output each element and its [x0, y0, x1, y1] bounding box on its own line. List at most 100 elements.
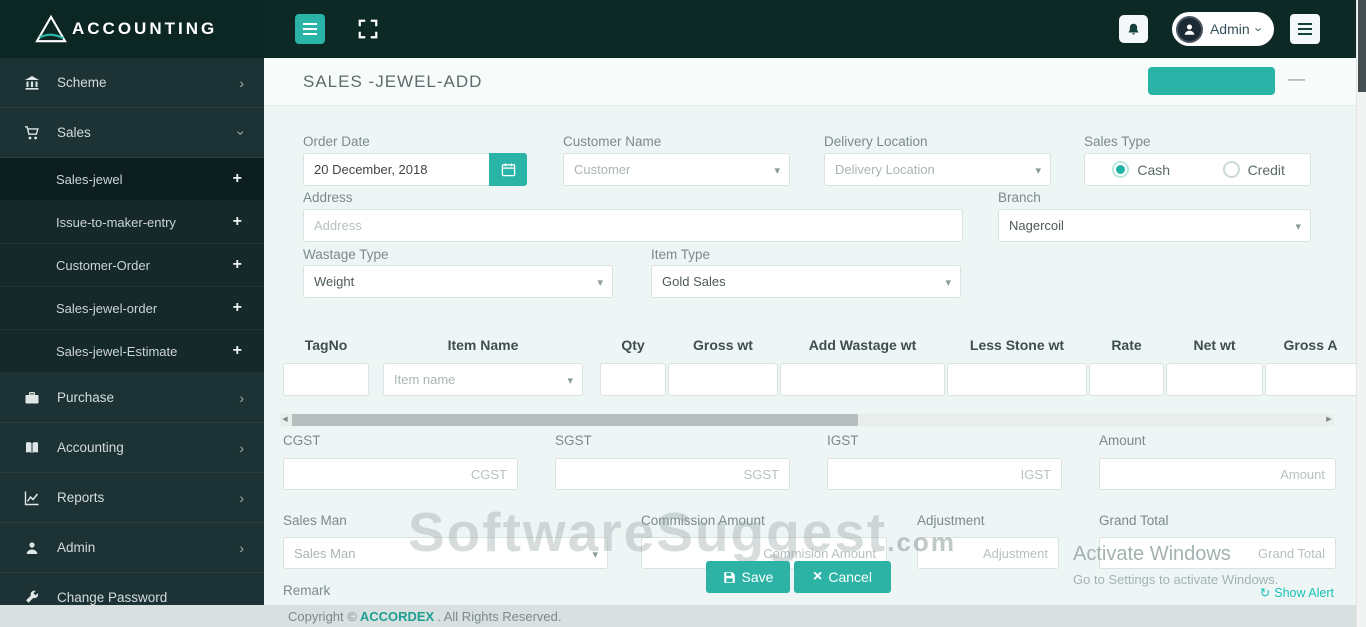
address-input[interactable]: [303, 209, 963, 242]
col-gross-amt: Gross A: [1265, 337, 1356, 353]
footer: Copyright © ACCORDEX . All Rights Reserv…: [0, 605, 1356, 627]
vertical-scroll-thumb[interactable]: [1358, 0, 1366, 92]
refresh-icon: ↻: [1260, 585, 1270, 600]
gross-amount-input[interactable]: [1265, 363, 1356, 396]
save-button[interactable]: Save: [706, 561, 790, 593]
wastage-type-select[interactable]: Weight ▾: [303, 265, 613, 298]
sidebar-subitem-customer-order[interactable]: Customer-Order +: [0, 244, 264, 287]
briefcase-icon: [22, 390, 42, 406]
sidebar-item-purchase[interactable]: Purchase ›: [0, 373, 264, 423]
sidebar-subitem-sales-jewel[interactable]: Sales-jewel +: [0, 158, 264, 201]
cgst-label: CGST: [283, 433, 321, 448]
order-date-input[interactable]: [303, 153, 490, 186]
caret-down-icon: ▾: [1035, 164, 1041, 177]
col-less-stone: Less Stone wt: [947, 337, 1087, 353]
qty-input[interactable]: [600, 363, 666, 396]
grand-total-input[interactable]: [1099, 537, 1336, 569]
sales-type-label: Sales Type: [1084, 134, 1151, 149]
horizontal-scrollbar[interactable]: ◀ ▶: [280, 414, 1334, 426]
subitem-label: Sales-jewel-order: [56, 301, 157, 316]
calendar-button[interactable]: [489, 153, 527, 186]
igst-label: IGST: [827, 433, 859, 448]
sidebar-item-scheme[interactable]: Scheme ›: [0, 58, 264, 108]
collapse-icon[interactable]: —: [1288, 69, 1305, 89]
cgst-input[interactable]: [283, 458, 518, 490]
plus-icon[interactable]: +: [233, 299, 242, 317]
sidebar-item-admin[interactable]: Admin ›: [0, 523, 264, 573]
tagno-input[interactable]: [283, 363, 369, 396]
show-alert-link[interactable]: ↻ Show Alert: [1260, 585, 1334, 600]
cash-radio[interactable]: Cash: [1085, 161, 1198, 178]
chevron-right-icon: ›: [239, 540, 244, 556]
igst-input[interactable]: [827, 458, 1062, 490]
chart-icon: [22, 490, 42, 506]
vertical-scrollbar[interactable]: [1356, 0, 1366, 627]
cart-icon: [22, 125, 42, 141]
delivery-location-select[interactable]: Delivery Location ▾: [824, 153, 1051, 186]
adjustment-input[interactable]: [917, 537, 1059, 569]
bell-icon: [1126, 22, 1141, 37]
caret-down-icon: ▾: [592, 548, 598, 561]
add-wastage-input[interactable]: [780, 363, 945, 396]
sales-man-label: Sales Man: [283, 513, 347, 528]
settings-menu-button[interactable]: [1290, 14, 1320, 44]
sidebar-toggle-button[interactable]: [295, 14, 325, 44]
col-net-wt: Net wt: [1166, 337, 1263, 353]
chevron-down-icon: ›: [234, 130, 250, 135]
sidebar-item-accounting[interactable]: Accounting ›: [0, 423, 264, 473]
scroll-left-icon[interactable]: ◀: [280, 414, 290, 426]
sidebar-subitem-sales-jewel-estimate[interactable]: Sales-jewel-Estimate +: [0, 330, 264, 373]
cancel-button[interactable]: × Cancel: [794, 561, 891, 593]
chevron-right-icon: ›: [239, 490, 244, 506]
caret-down-icon: ▾: [597, 276, 603, 289]
app-window: ACCOUNTING Admin ›: [0, 0, 1366, 627]
amount-input[interactable]: [1099, 458, 1336, 490]
titlebar-action-button[interactable]: [1148, 67, 1275, 95]
plus-icon[interactable]: +: [233, 213, 242, 231]
sidebar-item-sales[interactable]: Sales ›: [0, 108, 264, 158]
sidebar-item-reports[interactable]: Reports ›: [0, 473, 264, 523]
radio-unselected-icon[interactable]: [1223, 161, 1240, 178]
customer-select[interactable]: Customer ▾: [563, 153, 790, 186]
subitem-label: Customer-Order: [56, 258, 150, 273]
plus-icon[interactable]: +: [233, 170, 242, 188]
scroll-right-icon[interactable]: ▶: [1324, 414, 1334, 426]
top-header: ACCOUNTING Admin ›: [0, 0, 1366, 58]
sidebar-item-label: Admin: [57, 540, 95, 555]
plus-icon[interactable]: +: [233, 342, 242, 360]
footer-brand: ACCORDEX: [360, 609, 434, 624]
rate-input[interactable]: [1089, 363, 1164, 396]
sgst-input[interactable]: [555, 458, 790, 490]
sgst-label: SGST: [555, 433, 592, 448]
book-icon: [22, 440, 42, 456]
chevron-right-icon: ›: [239, 440, 244, 456]
less-stone-input[interactable]: [947, 363, 1087, 396]
col-qty: Qty: [600, 337, 666, 353]
logo-triangle-icon: [34, 14, 68, 44]
chevron-right-icon: ›: [239, 390, 244, 406]
item-type-select[interactable]: Gold Sales ▾: [651, 265, 961, 298]
chevron-right-icon: ›: [239, 75, 244, 91]
radio-selected-icon[interactable]: [1112, 161, 1129, 178]
admin-label: Admin: [1210, 21, 1250, 37]
sidebar-subitem-sales-jewel-order[interactable]: Sales-jewel-order +: [0, 287, 264, 330]
horizontal-scroll-thumb[interactable]: [292, 414, 858, 426]
sales-man-select[interactable]: Sales Man ▾: [283, 537, 608, 569]
caret-down-icon: ▾: [567, 374, 573, 387]
gross-wt-input[interactable]: [668, 363, 778, 396]
order-date-label: Order Date: [303, 134, 370, 149]
admin-menu-button[interactable]: Admin ›: [1172, 12, 1274, 46]
item-name-select[interactable]: Item name ▾: [383, 363, 583, 396]
sidebar-subitem-issue-to-maker-entry[interactable]: Issue-to-maker-entry +: [0, 201, 264, 244]
fullscreen-icon[interactable]: [354, 15, 382, 43]
remark-label: Remark: [283, 583, 330, 598]
col-rate: Rate: [1089, 337, 1164, 353]
activate-windows-subtext: Go to Settings to activate Windows.: [1073, 572, 1278, 587]
credit-radio[interactable]: Credit: [1198, 161, 1311, 178]
net-wt-input[interactable]: [1166, 363, 1263, 396]
page-title: SALES -JEWEL-ADD: [303, 72, 482, 92]
save-icon: [723, 571, 736, 584]
branch-select[interactable]: Nagercoil ▾: [998, 209, 1311, 242]
notifications-button[interactable]: [1119, 15, 1148, 43]
plus-icon[interactable]: +: [233, 256, 242, 274]
